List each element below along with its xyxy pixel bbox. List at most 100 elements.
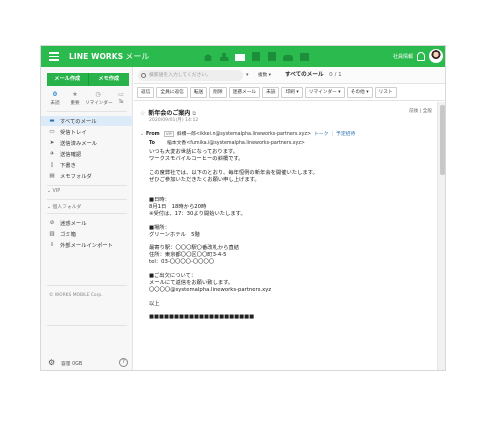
search-input[interactable]: 検索語を入力してください。	[138, 70, 243, 81]
body-line: 〇〇〇〇@systemalpha.lineworks-partners.xyz	[149, 286, 272, 293]
unread-count: 0	[52, 91, 58, 98]
folder-all-mail[interactable]: ▬ すべてのメール	[41, 116, 133, 126]
chevron-down-icon[interactable]: ⌄	[140, 132, 144, 137]
folder-import[interactable]: ⇩ 外部メールインポート	[41, 240, 133, 250]
board-icon[interactable]	[267, 50, 277, 61]
body-line: いつも大変お世話になっております。	[149, 149, 239, 155]
body-line: この度弊社では、以下のとおり、毎年恒例の新年会を開催いたします。	[149, 169, 318, 176]
home-icon[interactable]	[203, 50, 213, 61]
sent-icon: ➤	[49, 140, 55, 146]
storage-usage: 容量 0GB	[61, 362, 83, 367]
menu-icon[interactable]	[49, 52, 59, 61]
copyright: © WORKS MOBILE Corp.	[49, 293, 103, 298]
reminder-dropdown[interactable]: リマインダー ▾	[304, 87, 345, 98]
body-line	[149, 190, 429, 197]
help-icon[interactable]: ?	[119, 358, 128, 367]
body-line: ■ご出欠について：	[149, 273, 197, 280]
body-line	[149, 183, 429, 190]
delete-button[interactable]: 削除	[209, 87, 227, 98]
mailbox-count: 0 / 1	[329, 72, 342, 78]
message-date: 2020/09/01(月) 14:12	[149, 118, 199, 123]
body-line: ワークスモバイルコーヒーの斜橋です。	[149, 155, 244, 162]
user-name[interactable]: 社員情報	[393, 53, 413, 60]
to-row: To 稲本文香<fumika.i@systemalpha.lineworks-pa…	[149, 141, 305, 146]
memo-folder-icon: ▤	[49, 173, 55, 179]
spam-button[interactable]: 迷惑メール	[228, 87, 261, 98]
inbox-tray-icon: ▭	[49, 129, 55, 135]
reply-all-button[interactable]: 全員に返信	[156, 87, 188, 98]
body-line	[149, 307, 429, 314]
divider	[47, 285, 127, 286]
print-dropdown[interactable]: 印刷 ▾	[281, 87, 303, 98]
quick-filters: 0 未読 ★ 重要 ◷ リマインダー ▭ To	[45, 91, 131, 106]
folder-confirm[interactable]: ✈ 送信確認	[41, 149, 133, 159]
star-icon[interactable]: ☆	[140, 110, 145, 117]
sidebar: メール作成 メモ作成 0 未読 ★ 重要 ◷ リマインダー ▭ To ▬ すべてのメール …	[41, 67, 133, 370]
filter-unread[interactable]: 0 未読	[45, 91, 65, 106]
body-line: ぜひご参加いただきたくお願い申し上げます。	[149, 176, 260, 183]
reply-button[interactable]: 返信	[137, 87, 155, 98]
body-line: グリーンホテル 5階	[149, 231, 200, 238]
search-options-dropdown[interactable]: ▾	[246, 70, 258, 81]
folder-memo[interactable]: ▤ メモフォルダ	[41, 171, 133, 181]
sort-select[interactable]: 複数 ▾	[258, 70, 271, 81]
vip-tag: VIP	[164, 131, 174, 137]
folder-inbox[interactable]: ▭ 受信トレイ	[41, 127, 133, 137]
mail-icon[interactable]	[235, 50, 245, 61]
to-address[interactable]: 稲本文香<fumika.i@systemalpha.lineworks-part…	[167, 141, 305, 146]
to-icon: ▭	[118, 91, 124, 98]
divider	[47, 325, 127, 326]
schedule-invite-link[interactable]: 予定招待	[336, 132, 355, 137]
more-dropdown[interactable]: その他 ▾	[346, 87, 373, 98]
scrollbar[interactable]	[437, 102, 445, 370]
body-line: 以上	[149, 300, 160, 307]
personal-folder-section[interactable]: ⌄ 個人フォルダ	[47, 203, 81, 210]
view-links[interactable]: 前後 | 全般	[409, 108, 432, 114]
user-area: 社員情報	[393, 49, 443, 63]
forward-button[interactable]: 転送	[189, 87, 208, 98]
new-memo-button[interactable]: メモ作成	[87, 73, 129, 86]
import-icon: ⇩	[49, 242, 55, 248]
body-line: メールにて返信をお願い致します。	[149, 279, 234, 286]
filter-important[interactable]: ★ 重要	[65, 91, 85, 106]
contacts-icon[interactable]	[219, 50, 229, 61]
clock-icon: ◷	[95, 91, 101, 98]
filter-to[interactable]: ▭ To	[111, 91, 131, 106]
trash-icon: ▥	[49, 231, 55, 237]
bell-icon[interactable]	[417, 51, 425, 61]
task-icon[interactable]	[299, 50, 309, 61]
folder-drafts[interactable]: ▯ 下書き	[41, 160, 133, 170]
divider	[47, 199, 127, 200]
app-switcher	[203, 50, 309, 63]
folder-sent[interactable]: ➤ 送信済みメール	[41, 138, 133, 148]
filter-reminder[interactable]: ◷ リマインダー	[85, 91, 113, 106]
vip-section[interactable]: ⌄ VIP	[47, 189, 60, 194]
mail-app-window: LINE WORKS メール 社員情報 メール作成 メモ作成 0 未読 ★ 重要 ◷ リ…	[40, 45, 446, 371]
message-pane: ☆ 新年会のご案内 ⧉ 前後 | 全般 2020/09/01(月) 14:12 ⌄ F…	[134, 102, 436, 370]
body-line: ■場所：	[149, 224, 170, 231]
gear-icon[interactable]: ⚙	[48, 359, 56, 367]
mark-unread-button[interactable]: 未読	[262, 87, 280, 98]
from-address[interactable]: 斜橋一郎<ikkei.n@systemalpha.lineworks-partn…	[177, 132, 311, 137]
folder-trash[interactable]: ▥ ゴミ箱	[41, 229, 133, 239]
avatar[interactable]	[429, 49, 443, 63]
folder-spam[interactable]: ⊘ 迷惑メール	[41, 218, 133, 228]
divider	[47, 111, 127, 112]
talk-link[interactable]: トーク	[314, 132, 328, 137]
divider	[47, 185, 127, 186]
message-subject: ☆ 新年会のご案内 ⧉	[140, 110, 196, 117]
calendar-icon[interactable]	[251, 50, 261, 61]
divider	[47, 213, 127, 214]
app-logo[interactable]: LINE WORKS メール	[69, 51, 150, 62]
body-line: ■■■■■■■■■■■■■■■■■■■■■	[149, 314, 255, 321]
draft-icon: ▯	[50, 162, 54, 168]
inbox-icon: ▬	[49, 118, 55, 124]
body-line	[149, 266, 429, 273]
toolbar: 返信 全員に返信 転送 削除 迷惑メール 未読 印刷 ▾ リマインダー ▾ その…	[134, 84, 445, 101]
compose-buttons: メール作成 メモ作成	[47, 73, 129, 86]
new-mail-button[interactable]: メール作成	[47, 73, 88, 86]
scrollbar-thumb[interactable]	[440, 105, 445, 175]
top-bar: LINE WORKS メール 社員情報	[41, 46, 445, 67]
drive-icon[interactable]	[283, 50, 293, 61]
list-button[interactable]: リスト	[374, 87, 397, 98]
